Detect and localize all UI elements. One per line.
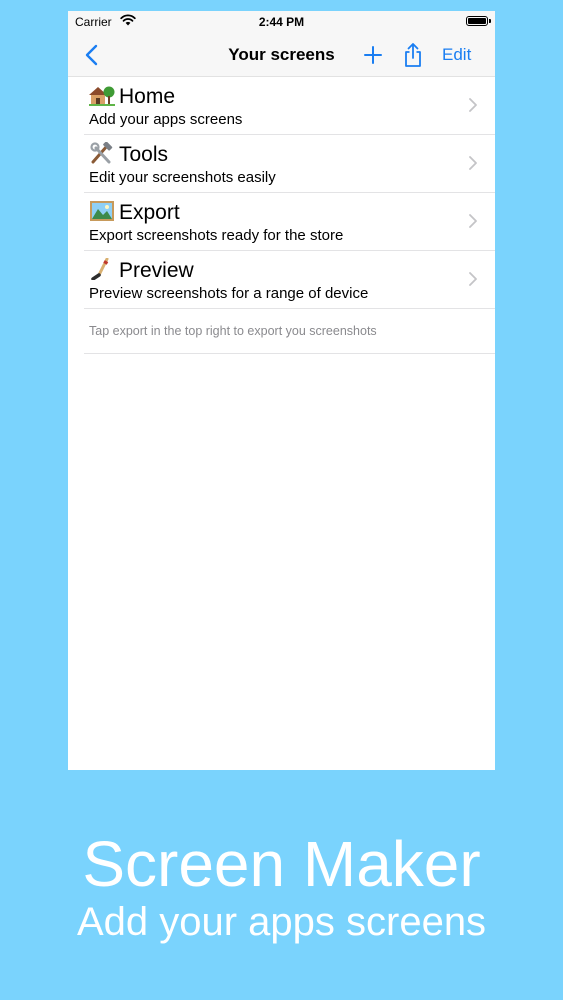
list-item-tools[interactable]: Tools Edit your screenshots easily <box>84 135 495 193</box>
share-icon[interactable] <box>402 42 424 68</box>
battery-icon <box>466 16 491 26</box>
list-item-preview[interactable]: Preview Preview screenshots for a range … <box>84 251 495 309</box>
row-title: Preview <box>89 258 194 283</box>
row-subtitle: Edit your screenshots easily <box>89 169 276 186</box>
hockey-stick-icon <box>91 258 109 280</box>
row-title: Tools <box>89 142 168 167</box>
promo-subtitle: Add your apps screens <box>76 900 487 944</box>
list-item-export[interactable]: Export Export screenshots ready for the … <box>84 193 495 251</box>
navigation-bar: Your screens Edit <box>68 33 495 77</box>
page-title: Your screens <box>228 45 335 64</box>
row-subtitle: Add your apps screens <box>89 111 243 128</box>
status-bar: Carrier 2:44 PM <box>68 11 495 33</box>
row-title: Export <box>89 200 180 225</box>
status-time: 2:44 PM <box>258 15 305 29</box>
row-title: Home <box>89 84 175 109</box>
chevron-right-icon <box>469 156 477 170</box>
add-button[interactable] <box>362 44 384 66</box>
chevron-right-icon <box>469 98 477 112</box>
list-item-home[interactable]: Home Add your apps screens <box>84 77 495 135</box>
phone-screen: Carrier 2:44 PM Your screens Edit Home A… <box>68 11 495 770</box>
screens-list: Home Add your apps screens Tools Edit yo… <box>68 77 495 354</box>
promo-title: Screen Maker <box>82 828 481 900</box>
edit-button[interactable]: Edit <box>442 45 471 65</box>
landscape-picture-icon <box>90 201 114 221</box>
list-footer-note: Tap export in the top right to export yo… <box>84 309 495 354</box>
house-with-garden-icon <box>89 86 115 106</box>
back-chevron-icon[interactable] <box>82 44 102 66</box>
row-subtitle: Export screenshots ready for the store <box>89 227 344 244</box>
hammer-and-wrench-icon <box>90 142 113 164</box>
chevron-right-icon <box>469 214 477 228</box>
chevron-right-icon <box>469 272 477 286</box>
row-subtitle: Preview screenshots for a range of devic… <box>89 285 369 302</box>
